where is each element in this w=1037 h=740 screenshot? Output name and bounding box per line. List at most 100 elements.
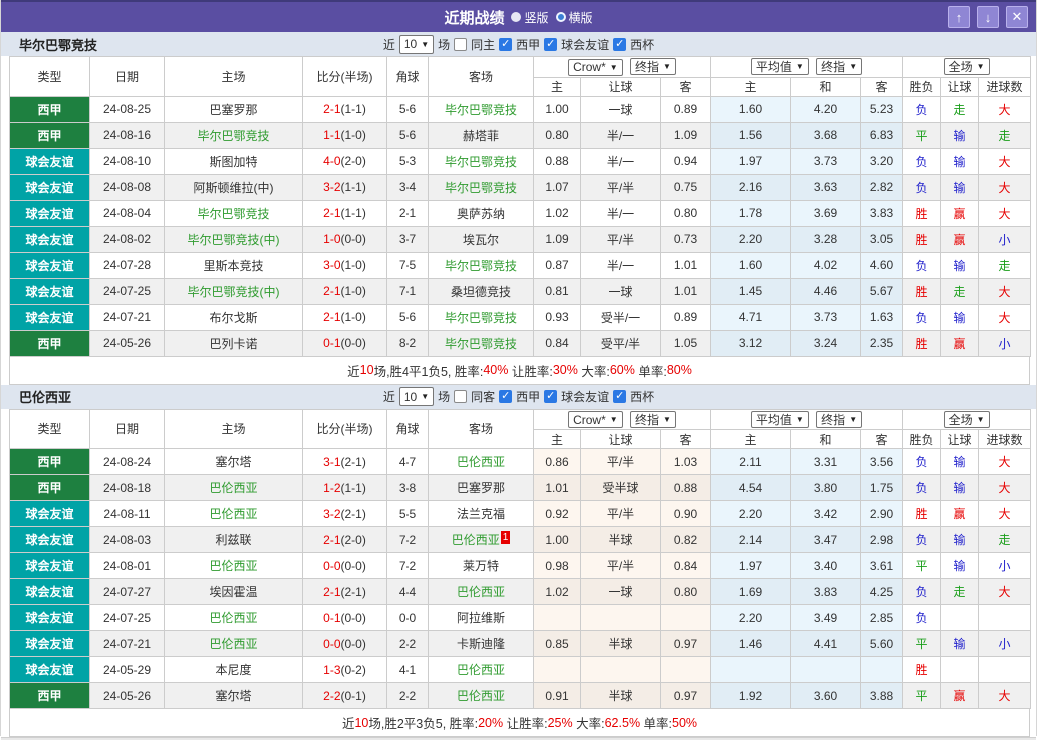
avg-away-cell: 3.61 — [859, 552, 904, 579]
chevron-down-icon: ▼ — [663, 62, 671, 71]
layout-radio-vertical[interactable]: 竖版 — [511, 9, 549, 26]
home-team-cell: 埃因霍温 — [164, 578, 303, 605]
summary-odd-rate: 80% — [666, 363, 692, 377]
handicap-cell — [580, 604, 661, 631]
goals-result-cell — [978, 604, 1032, 631]
scroll-up-button[interactable]: ↑ — [948, 6, 970, 28]
layout-radio-horizontal[interactable]: 横版 — [555, 9, 593, 26]
match-row: 西甲 24-08-24 塞尔塔 3-1(2-1) 4-7 巴伦西亚 0.86 平/半 1.03 2… — [9, 448, 1032, 475]
avg-home-cell: 2.14 — [710, 526, 791, 553]
handicap-cell: 一球 — [580, 277, 661, 305]
summary-odd-rate: 50% — [672, 715, 698, 730]
matches-table-valencia: 类型 日期 主场 比分(半场) 角球 客场 Crow* ▼ 终指 ▼ 平均值 ▼ 终指… — [9, 408, 1032, 709]
fulltime-score: 2-2 — [323, 688, 341, 703]
fulltime-score: 0-0 — [323, 636, 341, 651]
away-team-cell: 巴塞罗那 — [428, 474, 534, 501]
summary-record: 场,胜2平3负5, 胜率: — [368, 717, 479, 731]
result-cell: 胜 — [902, 500, 942, 527]
section-valencia: 巴伦西亚 近 10▼ 场 同客 西甲 球会友谊 西杯 类型 日 — [1, 384, 1036, 737]
same-venue-checkbox[interactable] — [454, 37, 468, 51]
handicap-cell: 一球 — [580, 578, 661, 605]
league-liga-checkbox[interactable] — [499, 37, 513, 51]
odds-time-select[interactable]: 终指 ▼ — [630, 58, 676, 75]
avg-home-cell: 1.69 — [710, 578, 791, 605]
avg-home-cell: 1.92 — [710, 682, 791, 709]
home-team-cell: 巴伦西亚 — [164, 604, 303, 631]
match-row: 球会友谊 24-07-25 巴伦西亚 0-1(0-0) 0-0 阿拉维斯 2.20 3.49 2… — [9, 604, 1032, 631]
section-team-name: 毕尔巴鄂竞技 — [19, 37, 98, 53]
away-odds-cell: 0.80 — [660, 578, 711, 605]
fulltime-score: 3-2 — [323, 506, 341, 521]
handicap-result-cell: 输 — [940, 474, 980, 501]
average-time-select[interactable]: 终指 ▼ — [816, 410, 863, 428]
match-count-select[interactable]: 10 ▼ — [398, 34, 435, 54]
halftime-score: (1-0) — [340, 284, 366, 298]
away-team-cell: 莱万特 — [428, 552, 534, 579]
corner-cell: 7-2 — [386, 552, 429, 579]
result-cell: 负 — [902, 95, 942, 123]
league-cup-checkbox[interactable] — [613, 389, 627, 403]
odds-time-select[interactable]: 终指 ▼ — [630, 410, 676, 428]
average-select[interactable]: 平均值 ▼ — [750, 58, 809, 76]
home-team-cell: 布尔戈斯 — [164, 303, 303, 331]
goals-result-cell: 大 — [978, 147, 1032, 175]
halftime-score: (0-0) — [340, 232, 366, 246]
away-team-cell: 毕尔巴鄂竞技 — [428, 173, 534, 201]
league-liga-checkbox[interactable] — [499, 389, 513, 403]
handicap-result-cell: 输 — [940, 448, 980, 475]
avg-home-cell: 2.20 — [710, 225, 791, 253]
avg-home-cell: 1.97 — [710, 147, 791, 175]
handicap-cell: 半球 — [580, 682, 661, 709]
close-button[interactable]: ✕ — [1006, 6, 1028, 28]
scroll-down-button[interactable]: ↓ — [977, 6, 999, 28]
result-cell: 胜 — [902, 225, 942, 253]
home-team-cell: 里斯本竞技 — [164, 251, 303, 279]
average-time-select[interactable]: 终指 ▼ — [816, 58, 863, 76]
home-odds-cell: 0.87 — [533, 251, 581, 279]
bookmaker-select[interactable]: Crow* ▼ — [568, 58, 623, 76]
home-team-cell: 巴伦西亚 — [164, 500, 303, 527]
score-cell: 2-1(1-1) — [302, 95, 387, 123]
league-friendly-label: 球会友谊 — [561, 390, 610, 404]
avg-draw-cell: 3.24 — [790, 329, 861, 357]
away-team-cell: 巴伦西亚 — [428, 578, 534, 605]
match-count-select[interactable]: 10 ▼ — [398, 387, 435, 406]
handicap-result-cell: 输 — [940, 251, 980, 279]
summary-win-rate: 20% — [478, 715, 504, 730]
same-venue-checkbox[interactable] — [454, 390, 468, 403]
bookmaker-select[interactable]: Crow* ▼ — [568, 411, 623, 428]
home-odds-cell: 1.09 — [533, 225, 581, 253]
halftime-score: (0-1) — [340, 688, 366, 703]
league-friendly-checkbox[interactable] — [544, 389, 558, 403]
corner-cell: 2-2 — [386, 630, 429, 657]
result-cell: 平 — [902, 121, 942, 149]
match-row: 西甲 24-08-18 巴伦西亚 1-2(1-1) 3-8 巴塞罗那 1.01 受半球 0.88… — [9, 474, 1032, 501]
odds-time-select-value: 终指 — [635, 60, 660, 74]
halftime-score: (1-1) — [340, 206, 366, 220]
match-row: 球会友谊 24-07-21 布尔戈斯 2-1(1-0) 5-6 毕尔巴鄂竞技 0.93 受半/… — [9, 303, 1032, 331]
home-odds-cell: 1.07 — [533, 173, 581, 201]
league-friendly-checkbox[interactable] — [544, 37, 558, 51]
home-team-cell: 巴列卡诺 — [164, 329, 303, 357]
score-cell: 3-2(2-1) — [302, 500, 387, 527]
summary-count: 10 — [359, 363, 374, 377]
fulltime-score: 1-1 — [323, 128, 341, 142]
goals-result-cell: 走 — [978, 526, 1032, 553]
avg-draw-cell: 4.46 — [790, 277, 861, 305]
avg-home-cell: 3.12 — [710, 329, 791, 357]
summary-record: 场,胜4平1负5, 胜率: — [373, 364, 484, 379]
fulltime-score: 2-1 — [323, 584, 341, 599]
result-cell: 胜 — [902, 656, 942, 683]
fulltime-select[interactable]: 全场 ▼ — [943, 58, 990, 76]
avg-draw-cell: 3.49 — [790, 604, 861, 631]
fulltime-select[interactable]: 全场 ▼ — [943, 410, 990, 428]
league-cup-checkbox[interactable] — [613, 37, 627, 51]
away-odds-cell: 0.84 — [660, 552, 711, 579]
match-count-value: 10 — [403, 389, 418, 404]
average-select[interactable]: 平均值 ▼ — [750, 410, 809, 428]
handicap-result-cell: 输 — [940, 173, 980, 201]
goals-result-cell: 大 — [978, 448, 1032, 475]
avg-draw-cell: 3.42 — [790, 500, 861, 527]
avg-home-cell: 1.45 — [710, 277, 791, 305]
avg-draw-cell: 4.02 — [790, 251, 861, 279]
